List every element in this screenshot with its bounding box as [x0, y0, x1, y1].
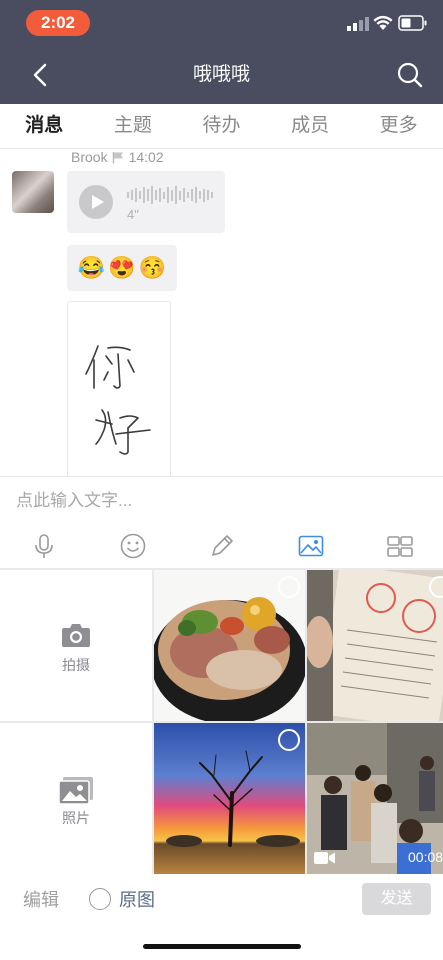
camera-label: 拍摄: [62, 657, 90, 673]
wifi-icon: [373, 15, 393, 30]
tab-more[interactable]: 更多: [354, 104, 443, 148]
select-circle[interactable]: [278, 576, 300, 598]
emoji-laughing: 😂: [77, 255, 106, 280]
album-label: 照片: [62, 810, 90, 826]
handwriting-image-message[interactable]: [67, 301, 171, 476]
voice-message[interactable]: 4": [67, 171, 225, 233]
status-bar: 2:02: [0, 0, 443, 46]
waveform: [127, 185, 215, 205]
photo-thumbnail-food[interactable]: [154, 570, 305, 721]
voice-duration: 4": [127, 207, 139, 222]
video-thumbnail-crowd[interactable]: 00:08: [307, 723, 443, 874]
flag-icon: [112, 151, 123, 163]
chat-area[interactable]: Brook 14:02 4" 😂 😍 😚: [0, 149, 443, 476]
video-duration: 00:08: [408, 849, 443, 865]
photos-icon: [58, 777, 93, 805]
video-camera-icon: [314, 852, 335, 864]
nav-bar: 哦哦哦: [0, 46, 443, 104]
tab-topics[interactable]: 主题: [89, 104, 178, 148]
photo-thumbnail-document[interactable]: [307, 570, 443, 721]
signal-icon: [347, 17, 369, 31]
emoji-heart-eyes: 😍: [108, 255, 136, 280]
camera-icon: [62, 624, 90, 647]
original-image-radio[interactable]: [89, 888, 111, 910]
mic-icon[interactable]: [30, 532, 58, 560]
sender-name: Brook: [71, 149, 108, 165]
emoji-kissing: 😚: [138, 255, 167, 280]
photo-picker: 拍摄 照片 00:08: [0, 568, 443, 874]
handwriting-drawing: [85, 345, 151, 455]
document-photo: [307, 570, 443, 721]
status-time: 2:02: [26, 10, 90, 36]
pen-icon[interactable]: [208, 532, 236, 560]
message-time: 14:02: [128, 149, 164, 165]
emoji-message[interactable]: 😂 😍 😚: [67, 245, 177, 291]
home-indicator[interactable]: [143, 944, 301, 949]
message-meta: Brook 14:02: [71, 149, 164, 165]
back-arrow-icon[interactable]: [26, 60, 56, 90]
search-icon[interactable]: [395, 60, 425, 90]
message-input-bar: 点此输入文字...: [0, 476, 443, 525]
photo-thumbnail-sunset[interactable]: [154, 723, 305, 874]
select-circle[interactable]: [278, 729, 300, 751]
tab-members[interactable]: 成员: [266, 104, 355, 148]
play-icon[interactable]: [79, 185, 113, 219]
message-input[interactable]: 点此输入文字...: [16, 477, 132, 525]
album-tile[interactable]: 照片: [0, 723, 152, 874]
emoji-icon[interactable]: [119, 532, 147, 560]
tab-bar: 消息 主题 待办 成员 更多: [0, 104, 443, 149]
picker-action-bar: 编辑 原图 发送: [0, 876, 443, 924]
input-toolbar: [0, 524, 443, 568]
grid-icon[interactable]: [386, 532, 414, 560]
avatar[interactable]: [12, 171, 54, 213]
battery-icon: [398, 15, 427, 31]
page-title: 哦哦哦: [192, 64, 250, 85]
edit-button[interactable]: 编辑: [23, 876, 59, 924]
tab-messages[interactable]: 消息: [0, 104, 89, 148]
camera-tile[interactable]: 拍摄: [0, 570, 152, 721]
send-button[interactable]: 发送: [362, 883, 431, 915]
tab-todo[interactable]: 待办: [177, 104, 266, 148]
original-image-label[interactable]: 原图: [119, 876, 155, 924]
image-icon[interactable]: [297, 532, 325, 560]
